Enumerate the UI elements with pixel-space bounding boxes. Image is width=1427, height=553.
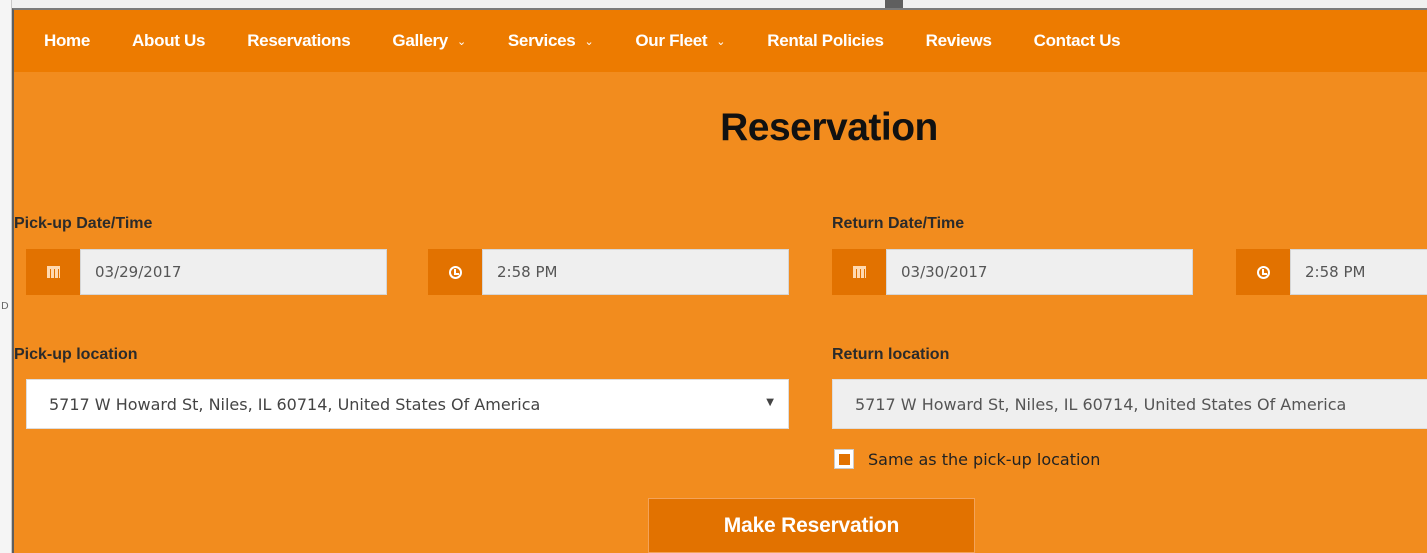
nav-item-home[interactable]: Home (44, 31, 90, 51)
nav-label: Contact Us (1033, 31, 1121, 50)
pickup-location-select[interactable]: 5717 W Howard St, Niles, IL 60714, Unite… (26, 379, 789, 429)
nav-label: Rental Policies (767, 31, 884, 50)
nav-label: Home (44, 31, 91, 50)
chevron-down-icon: ⌄ (584, 35, 594, 48)
nav-item-rental-policies[interactable]: Rental Policies (767, 31, 884, 51)
nav-label: About Us (132, 31, 206, 50)
nav-item-gallery[interactable]: Gallery ⌄ (392, 31, 466, 51)
background-window-fragment: D (1, 301, 9, 312)
return-location-value: 5717 W Howard St, Niles, IL 60714, Unite… (855, 394, 1347, 414)
nav-item-contact-us[interactable]: Contact Us (1034, 31, 1121, 51)
page-title: Reservation (720, 106, 938, 149)
pickup-date-input[interactable]: 03/29/2017 (80, 249, 387, 295)
calendar-icon[interactable] (832, 249, 886, 295)
same-location-checkbox[interactable] (834, 449, 854, 469)
nav-item-about-us[interactable]: About Us (132, 31, 205, 51)
clock-icon[interactable] (1236, 249, 1290, 295)
nav-label: Reservations (247, 31, 351, 50)
nav-item-our-fleet[interactable]: Our Fleet ⌄ (635, 31, 725, 51)
make-reservation-button[interactable]: Make Reservation (648, 498, 975, 553)
nav-label: Our Fleet (635, 31, 708, 50)
pickup-time-input[interactable]: 2:58 PM (482, 249, 789, 295)
nav-label: Services (507, 31, 576, 50)
reservation-panel: Home About Us Reservations Gallery ⌄ Serv… (12, 8, 1427, 553)
clock-icon[interactable] (428, 249, 482, 295)
pickup-location-value: 5717 W Howard St, Niles, IL 60714, Unite… (49, 394, 541, 414)
calendar-icon[interactable] (26, 249, 80, 295)
nav-item-reservations[interactable]: Reservations (247, 31, 350, 51)
dropdown-arrow-icon: ▼ (766, 397, 774, 408)
same-location-label: Same as the pick-up location (868, 449, 1101, 469)
pickup-datetime-label: Pick-up Date/Time (14, 215, 153, 232)
pickup-date-field[interactable]: 03/29/2017 (26, 249, 387, 295)
return-location-select[interactable]: 5717 W Howard St, Niles, IL 60714, Unite… (832, 379, 1427, 429)
chevron-down-icon: ⌄ (716, 35, 726, 48)
pickup-time-field[interactable]: 2:58 PM (428, 249, 789, 295)
nav-item-services[interactable]: Services ⌄ (507, 31, 594, 51)
checkbox-checked-mark (838, 453, 850, 465)
background-window (0, 0, 12, 553)
same-location-option[interactable]: Same as the pick-up location (834, 449, 1100, 469)
return-date-field[interactable]: 03/30/2017 (832, 249, 1193, 295)
return-date-input[interactable]: 03/30/2017 (886, 249, 1193, 295)
nav-label: Reviews (925, 31, 992, 50)
return-time-input[interactable]: 2:58 PM (1290, 249, 1427, 295)
chevron-down-icon: ⌄ (456, 35, 466, 48)
return-time-field[interactable]: 2:58 PM (1236, 249, 1427, 295)
nav-label: Gallery (392, 31, 448, 50)
return-location-label: Return location (832, 346, 950, 363)
nav-item-reviews[interactable]: Reviews (926, 31, 992, 51)
return-datetime-label: Return Date/Time (832, 215, 965, 232)
main-nav: Home About Us Reservations Gallery ⌄ Serv… (14, 10, 1427, 72)
pickup-location-label: Pick-up location (14, 346, 138, 363)
